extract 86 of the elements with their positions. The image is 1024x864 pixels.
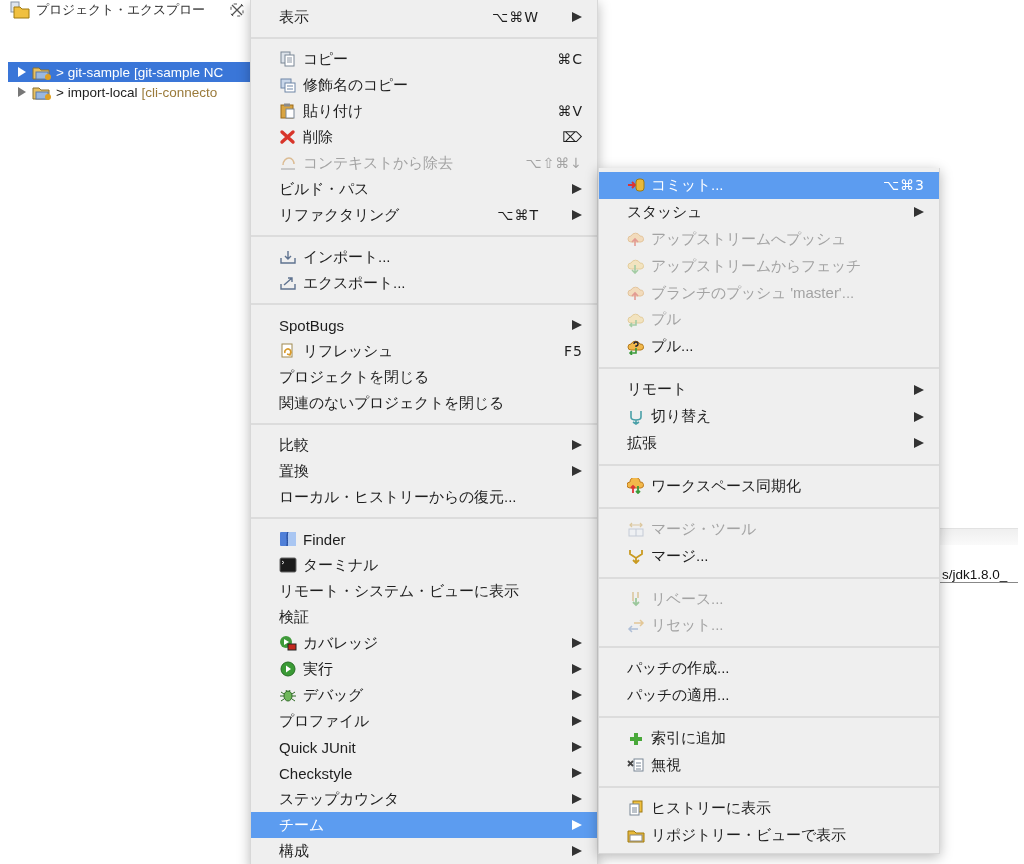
- expand-arrow-icon[interactable]: [16, 86, 28, 98]
- expand-arrow-icon[interactable]: [16, 66, 28, 78]
- shortcut-label: ⌥⌘3: [882, 177, 925, 194]
- merge-tool-icon: [627, 521, 645, 538]
- menu-item[interactable]: プロファイル: [251, 708, 597, 734]
- cloud-return-icon: [627, 311, 645, 328]
- menu-item[interactable]: 拡張: [599, 430, 939, 457]
- menu-item[interactable]: リモート: [599, 376, 939, 404]
- tree-item[interactable]: > git-sample [git-sample NC: [8, 62, 250, 82]
- cross-icon: [279, 129, 297, 145]
- cloud-question-icon: [627, 338, 645, 355]
- menu-item[interactable]: SpotBugs: [251, 312, 597, 338]
- menu-item[interactable]: 比較: [251, 432, 597, 458]
- shortcut-label: ⌥⌘T: [497, 207, 539, 223]
- history-icon: [627, 800, 645, 817]
- menu-item[interactable]: スタッシュ: [599, 198, 939, 226]
- ignore-icon: [627, 757, 645, 774]
- repository-label: [git-sample NC: [133, 64, 224, 80]
- double-arrow-icon: [627, 617, 645, 634]
- menu-item[interactable]: Quick JUnit: [251, 734, 597, 760]
- sync-icon: [627, 478, 645, 495]
- menu-item[interactable]: 検証: [251, 604, 597, 630]
- arrow-cylinder-icon: [627, 177, 645, 194]
- clipboard-icon: [279, 103, 297, 119]
- shortcut-label: ⌦: [562, 129, 583, 145]
- menu-item[interactable]: 貼り付け ⌘V: [251, 98, 597, 124]
- menu-item[interactable]: 関連のないプロジェクトを閉じる: [251, 390, 597, 416]
- close-icon[interactable]: [230, 3, 244, 17]
- menu-item[interactable]: リファクタリング ⌥⌘T: [251, 202, 597, 228]
- copy-icon: [279, 51, 297, 67]
- cloud-up-icon: [627, 285, 645, 301]
- menu-item[interactable]: カバレッジ: [251, 630, 597, 656]
- menu-item[interactable]: ローカル・ヒストリーからの復元...: [251, 484, 597, 510]
- menu-item[interactable]: 構成: [251, 838, 597, 864]
- menu-item[interactable]: 削除 ⌦: [251, 124, 597, 150]
- menu-item[interactable]: リフレッシュ F5: [251, 338, 597, 364]
- menu-item[interactable]: 切り替え: [599, 403, 939, 430]
- menu-item[interactable]: 無視: [599, 752, 939, 779]
- menu-item[interactable]: ターミナル: [251, 552, 597, 578]
- menu-item[interactable]: 索引に追加: [599, 725, 939, 753]
- panel-title: プロジェクト・エクスプロー: [36, 1, 205, 19]
- window-icon: [279, 531, 297, 547]
- copy-icon: [279, 77, 297, 93]
- terminal-icon: [279, 557, 297, 573]
- menu-item[interactable]: パッチの適用...: [599, 682, 939, 710]
- menu-item[interactable]: プロジェクトを閉じる: [251, 364, 597, 390]
- menu-item[interactable]: パッチの作成...: [599, 655, 939, 683]
- folder-icon: [627, 827, 645, 844]
- merge-icon: [627, 548, 645, 565]
- repository-label: [cli-connecto: [141, 84, 218, 100]
- folder-icon: [10, 1, 30, 19]
- menu-item[interactable]: リモート・システム・ビューに表示: [251, 578, 597, 604]
- play-square-icon: [279, 635, 297, 651]
- menu-item[interactable]: 表示 ⌥⌘W: [251, 4, 597, 30]
- menu-item[interactable]: コピー ⌘C: [251, 46, 597, 72]
- menu-item[interactable]: リポジトリー・ビューで表示: [599, 821, 939, 849]
- menu-item[interactable]: プル...: [599, 333, 939, 361]
- menu-item[interactable]: インポート...: [251, 244, 597, 270]
- shortcut-label: ⌘C: [557, 51, 583, 67]
- project-name: > import-local: [56, 84, 138, 100]
- menu-item[interactable]: 修飾名のコピー: [251, 72, 597, 98]
- menu-item[interactable]: Checkstyle: [251, 760, 597, 786]
- branch-arrows-icon: [627, 408, 645, 425]
- menu-item[interactable]: デバッグ: [251, 682, 597, 708]
- tree-item[interactable]: > import-local [cli-connecto: [8, 82, 250, 102]
- import-icon: [279, 249, 297, 265]
- menu-item[interactable]: ステップカウンタ: [251, 786, 597, 812]
- shortcut-label: ⌥⇧⌘↓: [525, 155, 583, 171]
- shortcut-label: ⌥⌘W: [492, 9, 539, 25]
- menu-item[interactable]: ワークスペース同期化: [599, 472, 939, 500]
- bug-icon: [279, 687, 297, 703]
- project-name: > git-sample: [56, 64, 130, 80]
- play-icon: [279, 661, 297, 677]
- menu-item[interactable]: ヒストリーに表示: [599, 794, 939, 822]
- menu-item[interactable]: ビルド・パス: [251, 176, 597, 202]
- cloud-up-icon: [627, 231, 645, 248]
- menu-item[interactable]: Finder: [251, 526, 597, 552]
- cloud-down-icon: [627, 258, 645, 275]
- menu-item[interactable]: エクスポート...: [251, 270, 597, 296]
- menu-item[interactable]: 実行: [251, 656, 597, 682]
- shortcut-label: ⌘V: [557, 103, 583, 119]
- export-icon: [279, 275, 297, 291]
- menu-item[interactable]: マージ...: [599, 542, 939, 570]
- shortcut-label: F5: [564, 343, 583, 359]
- menu-item[interactable]: 置換: [251, 458, 597, 484]
- plus-icon: [627, 730, 645, 747]
